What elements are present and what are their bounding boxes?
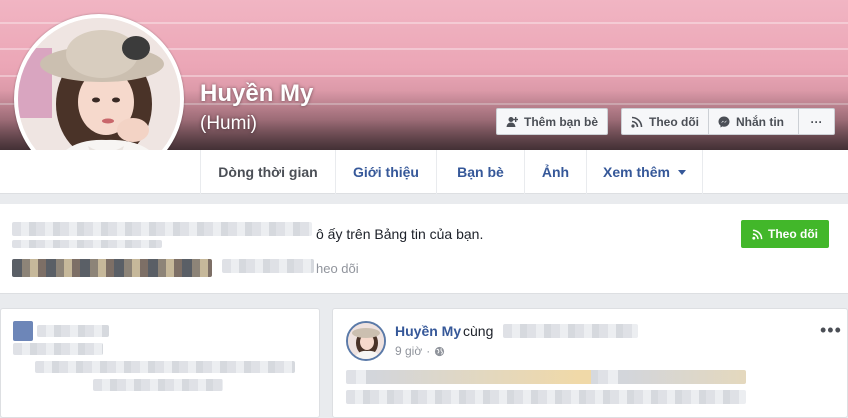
message-button[interactable]: Nhắn tin [708,108,799,135]
alternate-name: (Humi) [200,113,257,134]
banner-subtext: heo dõi [316,261,359,276]
globe-icon [435,346,445,356]
blurred-text [35,361,295,373]
caret-down-icon [677,169,686,175]
blurred-text [37,325,109,337]
banner-text: ô ấy trên Bảng tin của bạn. [316,226,484,242]
blurred-text [13,343,103,355]
post-with-text: cùng [463,323,494,339]
blurred-avatars [12,259,212,277]
add-friend-icon [506,116,518,127]
tab-photos[interactable]: Ảnh [524,150,586,194]
post-menu-button[interactable]: ••• [820,320,842,341]
add-friend-button[interactable]: Thêm bạn bè [496,108,609,135]
profile-name[interactable]: Huyền My [200,80,313,108]
intro-card [0,308,320,418]
blurred-text [12,222,312,236]
add-friend-label: Thêm bạn bè [524,114,599,129]
rss-icon [752,229,763,240]
post-time-label: 9 giờ [395,344,423,358]
follow-label: Theo dõi [649,114,699,129]
blurred-tagged-name [503,324,638,338]
blurred-text [12,240,162,248]
profile-tab-bar: Dòng thời gian Giới thiệu Bạn bè Ảnh Xem… [0,150,848,194]
tab-about[interactable]: Giới thiệu [335,150,436,194]
follow-green-button[interactable]: Theo dõi [741,220,829,248]
messenger-icon [718,116,730,127]
blurred-text [93,379,223,391]
post-author-avatar[interactable] [346,321,386,361]
message-label: Nhắn tin [736,114,784,129]
tab-friends[interactable]: Bạn bè [436,150,524,194]
tab-timeline[interactable]: Dòng thời gian [200,150,335,194]
rss-icon [631,116,643,128]
tab-more[interactable]: Xem thêm [586,150,703,194]
follow-green-label: Theo dõi [768,227,818,241]
post-timestamp[interactable]: 9 giờ · [395,344,445,358]
more-options-label: ··· [810,114,823,129]
follow-button[interactable]: Theo dõi [621,108,709,135]
blurred-text [222,259,314,273]
post-author-name[interactable]: Huyền My [395,323,461,339]
blurred-post-text [346,390,746,404]
more-options-button[interactable]: ··· [798,108,835,135]
follow-suggestion-banner: ô ấy trên Bảng tin của bạn. heo dõi [0,204,848,294]
blurred-post-text [346,370,746,384]
blurred-icon [13,321,33,341]
